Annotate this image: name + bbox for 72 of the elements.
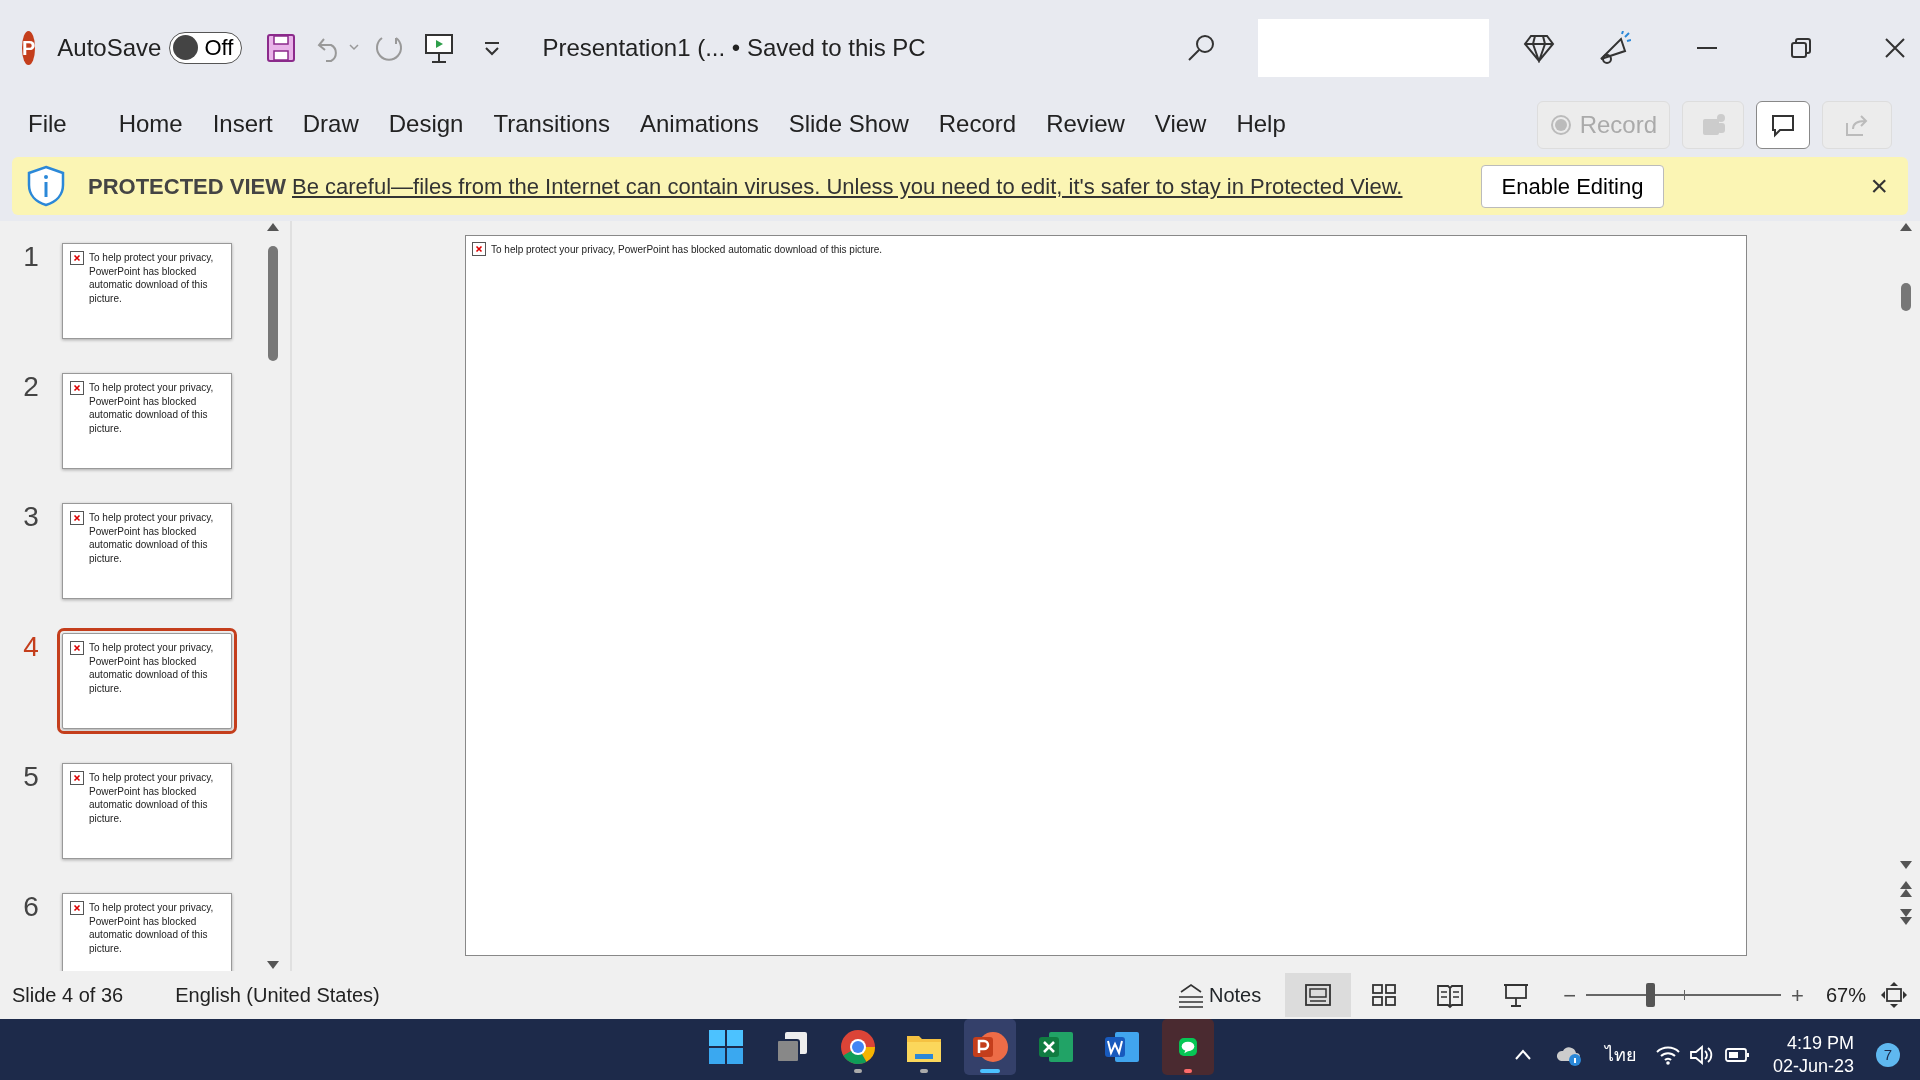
ribbon-tab[interactable]: Design <box>388 101 464 149</box>
ribbon-tab[interactable]: Insert <box>212 101 273 149</box>
grid-view-icon[interactable] <box>1370 981 1399 1009</box>
app-logo: P <box>22 30 36 65</box>
blocked-picture-text: To help protect your privacy, PowerPoint has blocked automatic download of this picture. <box>491 243 883 257</box>
zoom-in-button[interactable]: + <box>1791 978 1804 1012</box>
blocked-picture-text: To help protect your privacy, PowerPoint has blocked automatic download of this picture. <box>89 771 215 826</box>
broken-image-icon <box>70 251 84 265</box>
protected-view-message[interactable]: Be careful—files from the Internet can contain viruses. Unless you need to edit, it's safer to stay in Protected View. <box>292 169 1403 203</box>
zoom-out-button[interactable]: − <box>1563 978 1577 1012</box>
language-indicator[interactable]: English (United States) <box>175 980 380 1010</box>
notification-badge[interactable]: 7 <box>1876 1043 1900 1067</box>
enable-editing-button[interactable]: Enable Editing <box>1480 164 1665 208</box>
slide-thumbnail[interactable]: To help protect your privacy, PowerPoint has blocked automatic download of this picture. <box>62 893 232 971</box>
blocked-picture-text: To help protect your privacy, PowerPoint has blocked automatic download of this picture. <box>89 901 215 956</box>
slide-number: 5 <box>22 763 40 791</box>
blocked-picture-text: To help protect your privacy, PowerPoint has blocked automatic download of this picture. <box>89 641 215 696</box>
broken-image-icon <box>70 771 84 785</box>
presentation-icon[interactable] <box>1502 981 1531 1009</box>
ribbon-tab[interactable]: Animations <box>639 101 759 149</box>
slide-number: 1 <box>22 243 40 271</box>
ribbon-tab[interactable]: Record <box>938 101 1017 149</box>
broken-image-icon <box>70 901 84 915</box>
zoom-level[interactable]: 67% <box>1825 980 1866 1010</box>
scrollbar[interactable] <box>266 221 280 971</box>
ribbon-tab[interactable]: Transitions <box>493 101 610 149</box>
notes-button[interactable]: Notes <box>1177 980 1262 1010</box>
close-icon[interactable] <box>1882 35 1907 60</box>
clock-time[interactable]: 4:19 PM <box>1772 1031 1854 1055</box>
broken-image-icon <box>472 242 486 256</box>
document-title: Presentation1 (... • Saved to this PC <box>542 32 926 63</box>
speaker-icon[interactable] <box>1688 1044 1715 1066</box>
normal-view-icon[interactable] <box>1304 981 1333 1009</box>
fit-to-window-icon[interactable] <box>1880 981 1908 1009</box>
diamond-icon[interactable] <box>1522 32 1555 63</box>
windows-start-icon[interactable] <box>707 1028 745 1066</box>
protected-view-label: PROTECTED VIEW <box>88 172 286 201</box>
notes-icon <box>1177 982 1205 1008</box>
autosave-toggle[interactable]: Off <box>169 31 243 64</box>
chrome-icon[interactable] <box>839 1028 877 1066</box>
ribbon-tab[interactable]: Home <box>118 101 183 149</box>
ribbon-tab[interactable]: Help <box>1236 101 1286 149</box>
slide-thumbnail[interactable]: To help protect your privacy, PowerPoint has blocked automatic download of this picture. <box>62 373 232 469</box>
restore-icon[interactable] <box>1788 35 1813 60</box>
input-language[interactable]: ไทย <box>1604 1041 1637 1069</box>
clock-date[interactable]: 02-Jun-23 <box>1772 1055 1854 1079</box>
autosave-label: AutoSave <box>57 32 162 63</box>
blocked-picture-text: To help protect your privacy, PowerPoint has blocked automatic download of this picture. <box>89 511 215 566</box>
slide-thumbnail[interactable]: To help protect your privacy, PowerPoint has blocked automatic download of this picture. <box>62 503 232 599</box>
save-icon[interactable] <box>266 32 297 63</box>
slide-number: 4 <box>22 633 40 661</box>
ribbon-tab[interactable]: View <box>1154 101 1207 149</box>
ribbon-tab[interactable]: File <box>28 101 67 149</box>
ribbon-tab[interactable]: Review <box>1046 101 1125 149</box>
ribbon-tab[interactable]: Draw <box>302 101 359 149</box>
slide-counter: Slide 4 of 36 <box>12 983 124 1008</box>
slide-thumbnail[interactable]: To help protect your privacy, PowerPoint has blocked automatic download of this picture. <box>62 243 232 339</box>
shield-info-icon <box>26 165 66 207</box>
ribbon-tab[interactable]: Slide Show <box>788 101 909 149</box>
blocked-picture-text: To help protect your privacy, PowerPoint has blocked automatic download of this picture. <box>89 381 215 436</box>
slide-number: 2 <box>22 373 40 401</box>
presentation-icon[interactable] <box>424 31 455 64</box>
blocked-picture-text: To help protect your privacy, PowerPoint has blocked automatic download of this picture. <box>89 251 215 306</box>
close-button[interactable]: × <box>1870 171 1888 201</box>
slide-number: 6 <box>22 893 40 921</box>
slide-number: 3 <box>22 503 40 531</box>
wifi-icon[interactable] <box>1654 1044 1681 1066</box>
broken-image-icon <box>70 381 84 395</box>
record-icon <box>1549 114 1572 136</box>
broken-image-icon <box>70 511 84 525</box>
slide-thumbnail[interactable]: To help protect your privacy, PowerPoint has blocked automatic download of this picture. <box>62 763 232 859</box>
broken-image-icon <box>70 641 84 655</box>
